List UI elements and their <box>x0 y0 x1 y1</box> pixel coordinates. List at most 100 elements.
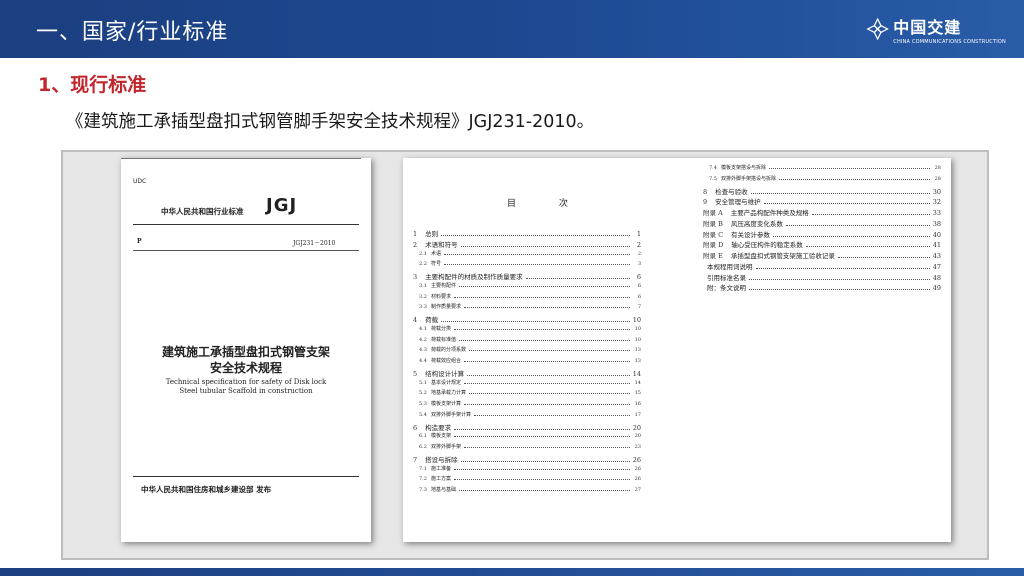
toc-dot-leader <box>453 436 630 438</box>
toc-dot-leader <box>463 361 630 362</box>
toc-dot-leader <box>463 382 630 384</box>
toc-dot-leader <box>453 479 630 481</box>
header-bar: 一、国家/行业标准 中国交建 CHINA COMMUNICATIONS CONS… <box>0 0 1024 58</box>
toc-dot-leader <box>458 339 630 341</box>
toc-entry-number: 7.2 <box>419 476 427 483</box>
toc-entry-number: 2.1 <box>419 250 427 257</box>
toc-entry-title: 材料要求 <box>430 293 451 300</box>
toc-entry-page: 3 <box>637 261 641 268</box>
toc-dot-leader <box>750 192 930 194</box>
toc-entry-title: 主要构配件 <box>430 282 456 289</box>
toc-entry-page: 30 <box>932 187 941 196</box>
toc-dot-leader <box>463 307 630 309</box>
toc-entry: 4.2 荷载标准值 10 <box>413 336 641 347</box>
toc-entry-number: 3.2 <box>419 293 427 300</box>
toc-entry-title: 模板支架计算 <box>430 401 461 407</box>
toc-entry-page: 23 <box>634 444 641 450</box>
toc-entry-page: 2 <box>637 250 641 257</box>
toc-entry: 5.1 基本设计规定 14 <box>413 379 641 390</box>
toc-entry-title: 地基承载力计算 <box>430 390 466 397</box>
toc-entry: 6.1 模板支架 20 <box>413 432 641 443</box>
toc-entry-title: 基本设计规定 <box>430 379 461 386</box>
toc-dot-leader <box>467 374 630 376</box>
toc-entry-page: 26 <box>634 476 641 483</box>
toc-entry: 2.2 符号 3 <box>413 260 641 271</box>
toc-entry-page: 27 <box>634 487 641 493</box>
toc-entry-page: 13 <box>634 347 641 354</box>
toc-entry-page: 7 <box>637 304 641 311</box>
toc-entry-number: 7.5 <box>709 175 717 182</box>
toc-entry-page: 32 <box>932 198 941 207</box>
toc-entry: 2 术语和符号 2 <box>413 239 641 250</box>
toc-entry: 附录 B 风压高度变化系数 38 <box>703 218 941 229</box>
cover-standard-line: 中华人民共和国行业标准 <box>161 207 244 216</box>
toc-entry-title: 施工方案 <box>430 476 451 483</box>
toc-entry-page: 43 <box>932 252 941 260</box>
toc-entry: 4.4 荷载效应组合 13 <box>413 357 641 368</box>
toc-entry-page: 10 <box>632 316 641 324</box>
toc-entry: 附录 C 有关设计参数 40 <box>703 229 941 240</box>
toc-entry-number: 7.4 <box>709 165 717 171</box>
toc-dot-leader <box>837 257 930 258</box>
toc-entry-title: 荷载 <box>425 316 439 324</box>
toc-dot-leader <box>453 328 630 330</box>
toc-entry-page: 49 <box>932 284 941 293</box>
toc-title: 目 次 <box>507 199 588 209</box>
toc-dot-leader <box>749 278 930 280</box>
toc-entry-number: 2.2 <box>419 261 427 268</box>
toc-entry-title: 术语 <box>430 250 441 257</box>
toc-entry-number: 3 <box>413 273 418 281</box>
toc-entry: 5.3 模板支架计算 16 <box>413 400 641 411</box>
toc-entry-number: 5 <box>413 369 418 378</box>
toc-entry-title: 模板支架搭设与拆除 <box>720 165 766 171</box>
toc-dot-leader <box>460 460 630 462</box>
toc-entry-page: 41 <box>932 241 941 250</box>
toc-entry: 6.2 双排外脚手架 23 <box>413 443 641 454</box>
toc-entry-number: 7.3 <box>419 487 427 493</box>
toc-entry-number: 4.4 <box>419 358 427 364</box>
toc-entry: 8 检查与验收 30 <box>703 186 941 197</box>
toc-entry-title: 模板支架 <box>430 433 451 440</box>
toc-entry: 7 搭设与拆除 26 <box>413 454 641 465</box>
toc-entry-title: 主要构配件的材质及制作质量要求 <box>425 273 523 281</box>
toc-entry: 附：条文说明 49 <box>703 282 941 293</box>
standard-cover-page: UDC 中华人民共和国行业标准 JGJ P JGJ231－2010 建筑施工承插… <box>121 158 371 542</box>
toc-entry-page: 26 <box>634 465 641 472</box>
toc-entry-title: 荷载效应组合 <box>430 358 461 364</box>
toc-entry-number: 5.4 <box>419 411 427 418</box>
toc-entry-number: 7.1 <box>419 465 427 472</box>
toc-entry-page: 14 <box>634 379 641 386</box>
toc-entry-page: 10 <box>634 336 641 343</box>
toc-entry: 3 主要构配件的材质及制作质量要求 6 <box>413 271 641 282</box>
toc-entry-number: 附录 C <box>703 230 724 239</box>
toc-dot-leader <box>463 447 630 448</box>
cover-code: JGJ231－2010 <box>293 240 336 247</box>
toc-entry-page: 14 <box>632 369 641 378</box>
toc-entry: 6 构造要求 20 <box>413 422 641 433</box>
toc-entry-page: 20 <box>632 423 641 432</box>
toc-entry-title: 符号 <box>430 261 441 268</box>
toc-dot-leader <box>443 253 630 255</box>
toc-dot-leader <box>811 214 930 215</box>
toc-entry: 5.2 地基承载力计算 15 <box>413 389 641 400</box>
toc-dot-leader <box>453 296 630 298</box>
toc-dot-leader <box>785 224 930 226</box>
toc-dot-leader <box>454 428 630 430</box>
toc-entry-title: 有关设计参数 <box>731 230 771 239</box>
toc-entry-number: 5.3 <box>419 401 427 407</box>
toc-entry-title: 荷载的分项系数 <box>430 347 466 354</box>
toc-entry-page: 10 <box>634 325 641 332</box>
toc-entry-page: 40 <box>932 230 941 239</box>
toc-entry-page: 20 <box>634 433 641 440</box>
toc-entry-number: 1 <box>413 230 418 238</box>
toc-entry: 本规程用词说明 47 <box>703 261 941 272</box>
toc-entry: 7.1 施工准备 26 <box>413 465 641 476</box>
toc-entry-page: 26 <box>632 455 641 464</box>
toc-entry: 附录 E 承插型盘扣式钢管支架施工验收记录 43 <box>703 250 941 261</box>
toc-entry-number: 5.1 <box>419 379 427 386</box>
toc-entry-title: 本规程用词说明 <box>707 262 753 271</box>
cover-en-line2: Steel tubular Scaffold in construction <box>179 387 313 395</box>
toc-dot-leader <box>778 178 930 180</box>
section-heading: 1、现行标准 <box>38 74 147 96</box>
toc-entry: 3.3 制作质量要求 7 <box>413 303 641 314</box>
